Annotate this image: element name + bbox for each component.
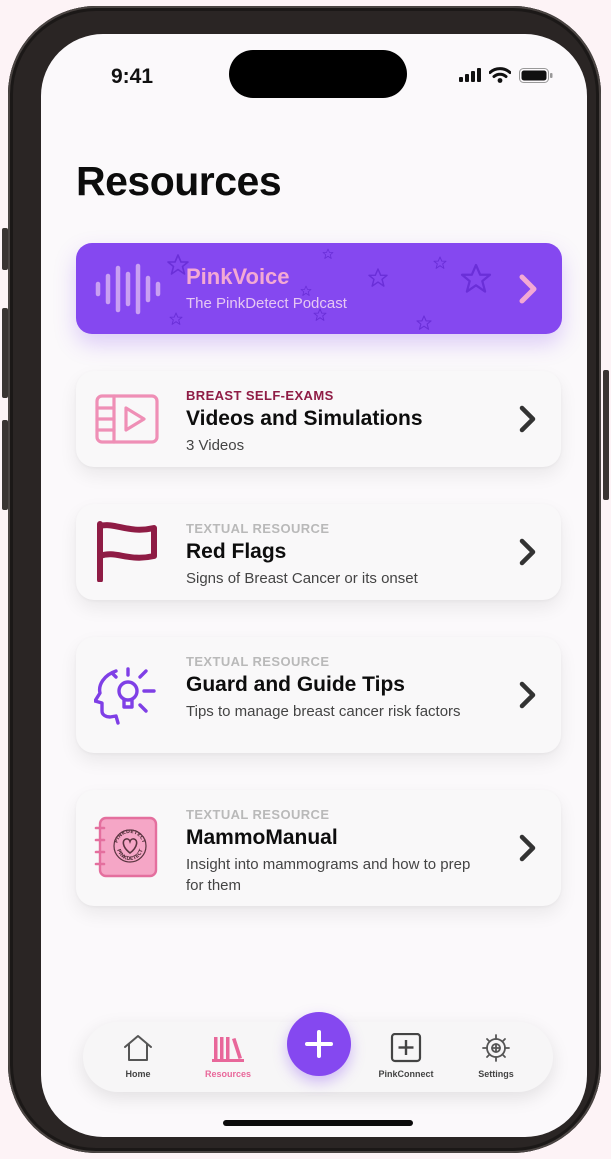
resource-card-mammomanual[interactable]: PINKDETECT PINKDETECT TEXTUAL RESOURCE M… (76, 790, 561, 906)
battery-icon (519, 67, 553, 83)
library-books-icon (212, 1037, 244, 1062)
status-bar: 9:41 (41, 34, 587, 124)
notebook-heart-icon: PINKDETECT PINKDETECT (94, 816, 158, 878)
cellular-signal-icon (459, 68, 481, 82)
resource-card-red-flags[interactable]: TEXTUAL RESOURCE Red Flags Signs of Brea… (76, 504, 561, 600)
card-kicker: TEXTUAL RESOURCE (186, 654, 330, 669)
dynamic-island (229, 50, 407, 98)
chevron-right-icon[interactable] (517, 536, 539, 568)
resource-card-guard-guide[interactable]: TEXTUAL RESOURCE Guard and Guide Tips Ti… (76, 637, 561, 753)
gear-icon (482, 1034, 510, 1062)
page-title: Resources (76, 158, 282, 204)
tab-resources[interactable]: Resources (188, 1022, 268, 1092)
add-fab-button[interactable] (287, 1012, 351, 1076)
card-kicker: TEXTUAL RESOURCE (186, 807, 330, 822)
soundwave-icon (95, 263, 161, 315)
podcast-banner[interactable]: PinkVoice The PinkDetect Podcast (76, 243, 562, 334)
card-subtitle: 3 Videos (186, 437, 245, 454)
resource-card-videos[interactable]: BREAST SELF-EXAMS Videos and Simulations… (76, 371, 561, 467)
card-title: Red Flags (186, 540, 287, 563)
card-subtitle: Signs of Breast Cancer or its onset (186, 570, 418, 587)
status-time: 9:41 (111, 65, 154, 88)
card-title: MammoManual (186, 826, 338, 849)
home-indicator[interactable] (223, 1120, 413, 1126)
status-icons (459, 67, 553, 83)
chevron-right-icon[interactable] (517, 403, 539, 435)
tab-label: Home (125, 1069, 151, 1079)
card-title: Guard and Guide Tips (186, 673, 405, 696)
head-lightbulb-icon (94, 667, 156, 725)
plus-icon (305, 1030, 333, 1058)
home-icon (124, 1035, 152, 1061)
chevron-right-icon[interactable] (516, 272, 540, 306)
power-button (603, 370, 609, 500)
podcast-subtitle: The PinkDetect Podcast (186, 295, 347, 312)
phone-frame: 9:41 Resources PinkVoice The PinkDetect … (8, 6, 601, 1153)
tab-label: PinkConnect (378, 1069, 434, 1079)
tab-pinkconnect[interactable]: PinkConnect (366, 1022, 446, 1092)
add-square-icon (390, 1033, 422, 1063)
card-subtitle: Tips to manage breast cancer risk factor… (186, 703, 461, 720)
chevron-right-icon[interactable] (517, 832, 539, 864)
red-flag-icon (97, 521, 157, 582)
tab-home[interactable]: Home (98, 1022, 178, 1092)
app-screen: 9:41 Resources PinkVoice The PinkDetect … (41, 34, 587, 1137)
tab-label: Settings (478, 1069, 514, 1079)
card-kicker: BREAST SELF-EXAMS (186, 388, 334, 403)
tab-settings[interactable]: Settings (456, 1022, 536, 1092)
podcast-title: PinkVoice (186, 264, 290, 289)
wifi-icon (489, 67, 511, 83)
tab-label: Resources (204, 1069, 252, 1079)
card-kicker: TEXTUAL RESOURCE (186, 521, 330, 536)
card-subtitle: Insight into mammograms and how to prep … (186, 856, 471, 894)
video-player-icon (95, 394, 159, 444)
chevron-right-icon[interactable] (517, 679, 539, 711)
card-title: Videos and Simulations (186, 407, 423, 430)
